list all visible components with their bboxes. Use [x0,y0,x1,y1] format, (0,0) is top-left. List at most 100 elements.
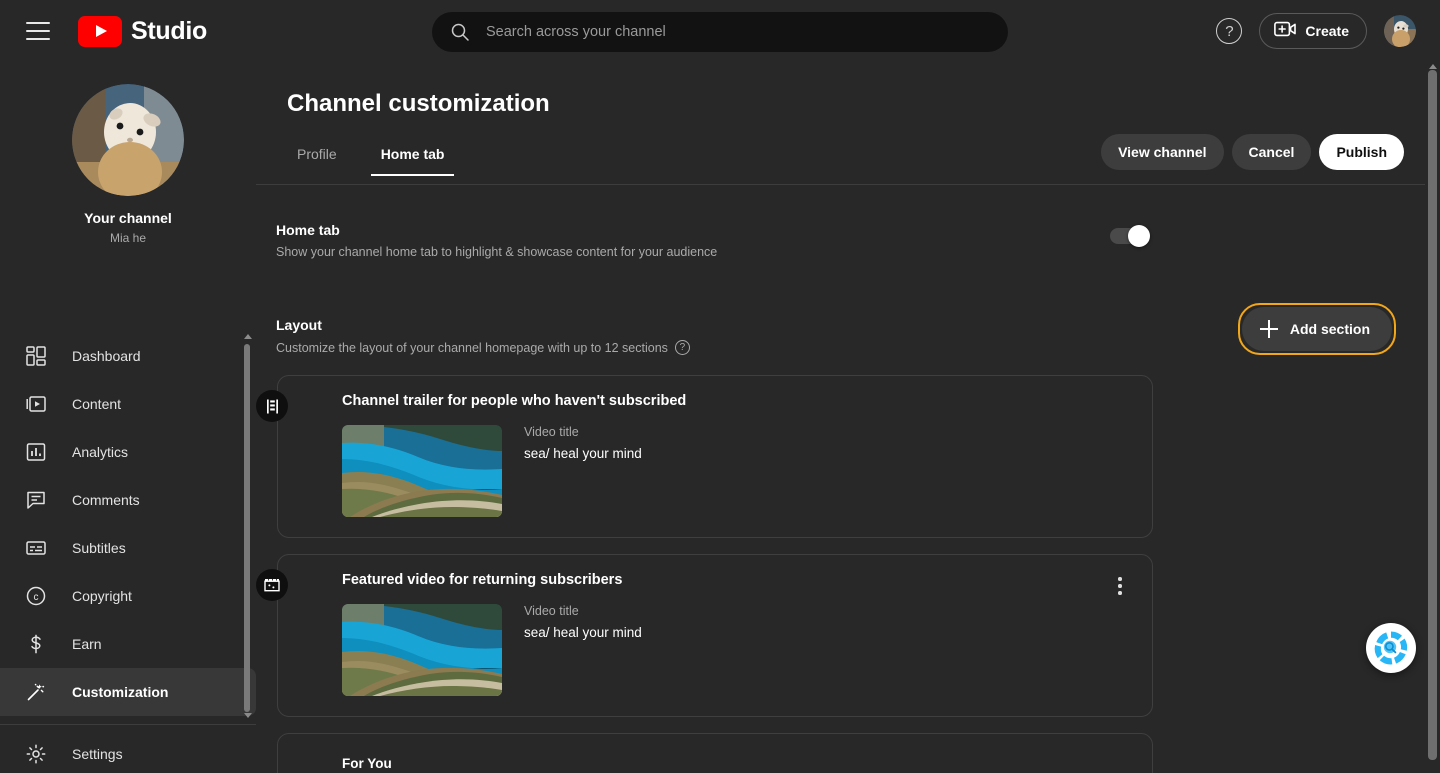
tab-profile[interactable]: Profile [287,146,347,176]
home-tab-section: Home tab Show your channel home tab to h… [276,222,1396,259]
sidebar-item-comments[interactable]: Comments [0,476,256,524]
more-vertical-icon[interactable] [1110,577,1130,595]
create-button-label: Create [1305,23,1349,39]
channel-block: Your channel Mia he [0,62,256,245]
search-input[interactable] [486,24,1008,40]
video-title-label: Video title [524,425,579,439]
sidebar-item-settings[interactable]: Settings [0,730,256,773]
youtube-play-icon [78,15,122,47]
video-title-value: sea/ heal your mind [524,446,642,461]
section-card-title: Channel trailer for people who haven't s… [342,393,687,409]
view-channel-button[interactable]: View channel [1101,134,1224,170]
video-title-value: sea/ heal your mind [524,625,642,640]
hamburger-icon[interactable] [26,22,50,40]
sidebar-item-label: Settings [72,746,123,762]
video-thumbnail[interactable] [342,425,502,517]
dollar-icon [24,632,48,656]
studio-logo-text: Studio [131,16,207,45]
tab-home[interactable]: Home tab [370,146,455,176]
layout-help-icon[interactable]: ? [674,340,690,355]
clapperboard-icon [256,569,288,601]
sidebar-item-subtitles[interactable]: Subtitles [0,524,256,572]
sidebar-scrollbar[interactable] [243,332,251,724]
sidebar-nav-list: Dashboard Content Analytics Comments Sub… [0,272,256,716]
video-plus-icon [1274,21,1297,42]
page-scrollbar-thumb[interactable] [1428,70,1437,760]
top-bar-actions: ? Create [1216,0,1416,62]
search-assistant-icon[interactable] [1366,623,1416,673]
sidebar-item-label: Earn [72,636,102,652]
section-card-body: Video title sea/ heal your mind [342,425,1132,517]
layout-section: Layout Customize the layout of your chan… [276,303,1396,355]
add-section-highlight: Add section [1237,303,1396,355]
analytics-bar-icon [24,440,48,464]
help-icon[interactable]: ? [1216,18,1243,44]
comments-bubble-icon [24,488,48,512]
for-you-title: For You [342,756,392,771]
channel-handle: Mia he [109,231,147,245]
copyright-icon: c [24,584,48,608]
film-strip-icon [256,390,288,422]
section-card-title: Featured video for returning subscribers [342,572,623,588]
page-scrollbar[interactable] [1425,62,1440,773]
layout-title: Layout [276,317,322,333]
avatar[interactable] [1384,15,1416,47]
create-button[interactable]: Create [1259,13,1367,49]
plus-icon [1259,320,1278,338]
main-content: Channel customization Profile Home tab V… [256,62,1440,773]
section-card-channel-trailer[interactable]: Channel trailer for people who haven't s… [256,375,1153,538]
section-card-meta: Video title sea/ heal your mind [524,604,642,696]
cancel-button[interactable]: Cancel [1231,134,1312,170]
sidebar-bottom-nav: Settings Send feedback [0,730,256,773]
scroll-up-arrow[interactable] [1429,64,1437,69]
home-tab-description: Show your channel home tab to highlight … [276,245,1396,259]
add-section-label: Add section [1289,321,1370,337]
tab-bar: Profile Home tab [287,146,478,176]
layout-description-text: Customize the layout of your channel hom… [276,340,668,355]
section-card-featured-video[interactable]: Featured video for returning subscribers [256,554,1153,717]
magic-wand-icon [24,680,48,704]
sidebar-item-label: Comments [72,492,140,508]
dashboard-icon [24,344,48,368]
sidebar-item-label: Subtitles [72,540,126,556]
sidebar-item-label: Analytics [72,444,129,460]
add-section-button[interactable]: Add section [1241,307,1392,351]
home-tab-toggle-knob [1128,225,1150,247]
video-thumbnail[interactable] [342,604,502,696]
sidebar-item-label: Customization [72,684,169,700]
sidebar-nav-scroll: Dashboard Content Analytics Comments Sub… [0,272,256,724]
search-icon [450,22,470,42]
home-tab-toggle[interactable] [1110,225,1150,247]
sidebar-item-label: Content [72,396,122,412]
sidebar-item-customization[interactable]: Customization [0,668,256,716]
video-title-label: Video title [524,604,579,618]
subtitles-icon [24,536,48,560]
sidebar-item-label: Dashboard [72,348,141,364]
page-title: Channel customization [287,90,550,117]
sidebar-item-content[interactable]: Content [0,380,256,428]
home-tab-title: Home tab [276,222,340,238]
svg-text:c: c [34,592,39,603]
sidebar-item-copyright[interactable]: c Copyright [0,572,256,620]
search-bar[interactable] [432,12,1008,52]
header-actions: View channel Cancel Publish [1101,134,1404,170]
sidebar-item-analytics[interactable]: Analytics [0,428,256,476]
section-card-list: Channel trailer for people who haven't s… [256,375,1153,773]
channel-avatar[interactable] [72,84,184,196]
publish-button[interactable]: Publish [1319,134,1404,170]
sidebar: Your channel Mia he Dashboard Content An… [0,62,256,773]
studio-logo[interactable]: Studio [78,15,207,47]
sidebar-item-earn[interactable]: Earn [0,620,256,668]
sidebar-divider [0,724,256,725]
content-video-icon [24,392,48,416]
section-card-meta: Video title sea/ heal your mind [524,425,642,517]
sidebar-scrollbar-thumb[interactable] [244,344,250,712]
channel-name: Your channel [84,210,172,226]
gear-icon [24,742,48,766]
sidebar-item-dashboard[interactable]: Dashboard [0,332,256,380]
home-tab-description-text: Show your channel home tab to highlight … [276,245,718,259]
settings-content: Home tab Show your channel home tab to h… [256,185,1440,773]
layout-description: Customize the layout of your channel hom… [276,340,1396,355]
section-card-for-you[interactable]: For You YouTube recommends fresh content… [277,733,1153,773]
section-card-body: Video title sea/ heal your mind [342,604,1132,696]
